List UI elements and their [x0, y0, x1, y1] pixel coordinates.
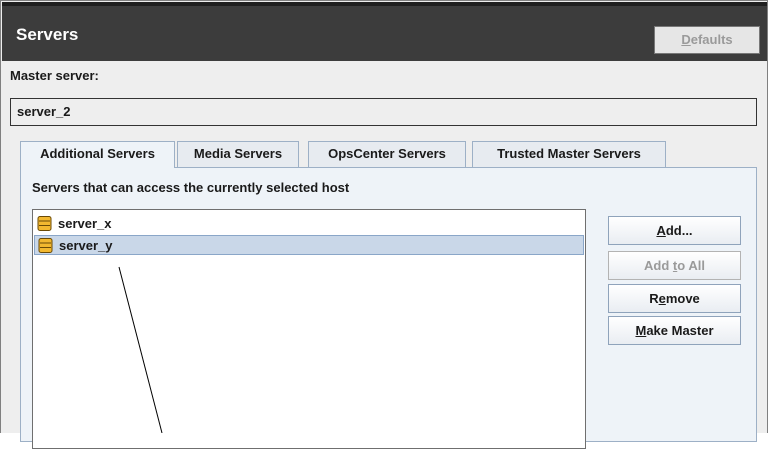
- add-label-post: dd...: [665, 223, 693, 238]
- tab-opscenter-servers[interactable]: OpsCenter Servers: [308, 141, 466, 167]
- make-master-mnemonic: M: [635, 323, 647, 338]
- server-icon: [38, 238, 53, 258]
- tab-label: Trusted Master Servers: [497, 146, 641, 161]
- additional-servers-panel: Servers that can access the currently se…: [20, 167, 757, 449]
- remove-label-pre: R: [649, 291, 659, 306]
- tab-label: Media Servers: [193, 146, 283, 161]
- tab-additional-servers[interactable]: Additional Servers: [20, 141, 175, 168]
- tab-trusted-master-servers[interactable]: Trusted Master Servers: [472, 141, 666, 167]
- tab-media-servers[interactable]: Media Servers: [177, 141, 299, 167]
- defaults-button[interactable]: Defaults: [654, 26, 760, 54]
- master-server-field[interactable]: server_2: [10, 98, 757, 126]
- add-to-all-label-post: o All: [677, 258, 705, 273]
- remove-button[interactable]: Remove: [608, 284, 741, 313]
- list-item[interactable]: server_y: [34, 235, 584, 255]
- server-name: server_y: [59, 238, 113, 253]
- master-server-value: server_2: [17, 104, 71, 119]
- add-button[interactable]: Add...: [608, 216, 741, 245]
- server-icon: [37, 216, 52, 236]
- add-mnemonic: A: [656, 223, 666, 238]
- title-bar: Servers Defaults: [2, 2, 767, 61]
- make-master-label-post: ake Master: [646, 323, 714, 338]
- master-server-label: Master server:: [10, 68, 99, 83]
- defaults-mnemonic: D: [681, 32, 691, 47]
- tab-label: Additional Servers: [40, 146, 155, 161]
- panel-description: Servers that can access the currently se…: [32, 180, 350, 195]
- servers-dialog: Servers Defaults Master server: server_2…: [0, 0, 768, 449]
- add-to-all-label-pre: Add: [644, 258, 673, 273]
- server-name: server_x: [58, 216, 112, 231]
- defaults-label-post: efaults: [690, 32, 733, 47]
- server-list[interactable]: server_x server_y: [32, 209, 586, 449]
- remove-label-post: move: [665, 291, 700, 306]
- make-master-button[interactable]: Make Master: [608, 316, 741, 345]
- tab-label: OpsCenter Servers: [328, 146, 446, 161]
- remove-mnemonic: e: [658, 291, 666, 306]
- add-to-all-button[interactable]: Add to All: [608, 251, 741, 280]
- list-item[interactable]: server_x: [34, 214, 584, 234]
- page-title: Servers: [16, 25, 79, 44]
